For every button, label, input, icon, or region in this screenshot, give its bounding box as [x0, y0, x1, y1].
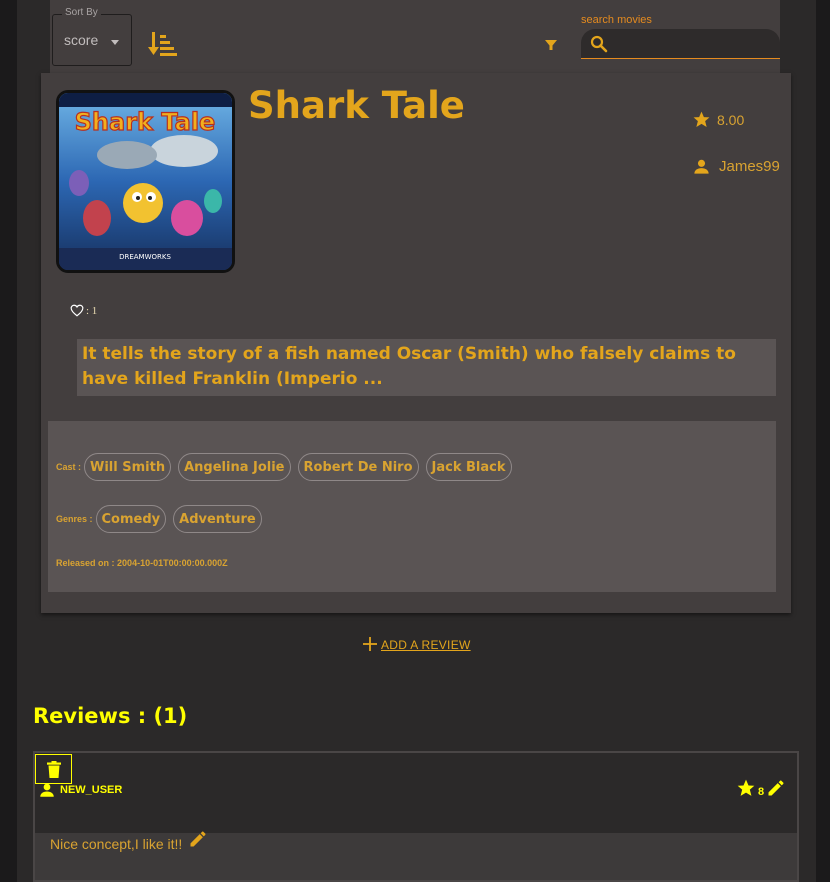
delete-review-button[interactable] [35, 754, 72, 784]
person-icon [694, 159, 709, 174]
review-header [35, 753, 797, 833]
review-rating-value: 8 [758, 786, 765, 798]
search-icon [590, 35, 608, 53]
like-count: : 1 [86, 304, 98, 317]
movie-score: 8.00 [717, 111, 745, 128]
person-icon [40, 783, 54, 797]
star-icon [737, 779, 755, 796]
release-value: 2004-10-01T00:00:00.000Z [117, 558, 228, 568]
search-label: search movies [581, 14, 652, 26]
poster-image: Shark Tale DREAMWORKS [59, 93, 232, 270]
review-rating: 8 [736, 778, 786, 798]
cast-row: Cast : Will Smith Angelina Jolie Robert … [56, 453, 512, 481]
sort-by-label: Sort By [62, 7, 101, 18]
movie-user-name: James99 [719, 158, 780, 175]
poster-brand: DREAMWORKS [119, 253, 171, 261]
search-input[interactable] [615, 33, 774, 57]
cast-chip[interactable]: Robert De Niro [297, 453, 419, 481]
review-body: Nice concept,I like it!! [50, 836, 183, 852]
genres-label: Genres : [56, 514, 93, 524]
movie-rating: 8.00 [692, 110, 744, 129]
like-button[interactable]: : 1 [70, 304, 97, 317]
chevron-down-icon[interactable] [111, 40, 119, 45]
sort-direction-icon[interactable] [148, 30, 178, 58]
review-user: NEW_USER [38, 781, 122, 799]
filter-icon[interactable] [543, 37, 559, 53]
pencil-icon[interactable] [766, 778, 786, 798]
movie-user: James99 [692, 157, 780, 176]
genre-chip[interactable]: Comedy [95, 505, 167, 533]
star-icon [693, 111, 710, 128]
movie-poster[interactable]: Shark Tale DREAMWORKS [56, 90, 235, 273]
review-user-name: NEW_USER [60, 784, 123, 796]
release-date: Released on : 2004-10-01T00:00:00.000Z [56, 558, 228, 568]
add-review-link[interactable]: ADD A REVIEW [381, 638, 471, 652]
pencil-icon[interactable] [188, 829, 208, 849]
genres-row: Genres : Comedy Adventure [56, 505, 262, 533]
release-label: Released on : [56, 558, 115, 568]
poster-title: Shark Tale [75, 108, 216, 136]
search-field[interactable] [581, 29, 780, 59]
movie-title: Shark Tale [248, 84, 465, 127]
cast-chip[interactable]: Will Smith [84, 453, 172, 481]
trash-icon [46, 760, 61, 778]
genre-chip[interactable]: Adventure [173, 505, 262, 533]
sort-by-value[interactable]: score [64, 32, 98, 48]
review-text: Nice concept,I like it!! [50, 831, 208, 852]
cast-chip[interactable]: Angelina Jolie [178, 453, 291, 481]
reviews-heading: Reviews : (1) [33, 704, 188, 728]
cast-label: Cast : [56, 462, 82, 472]
add-review-button[interactable]: ADD A REVIEW [362, 636, 471, 652]
plus-icon[interactable] [362, 636, 378, 652]
heart-icon[interactable] [70, 304, 84, 317]
movie-description: It tells the story of a fish named Oscar… [77, 339, 776, 396]
cast-chip[interactable]: Jack Black [425, 453, 512, 481]
